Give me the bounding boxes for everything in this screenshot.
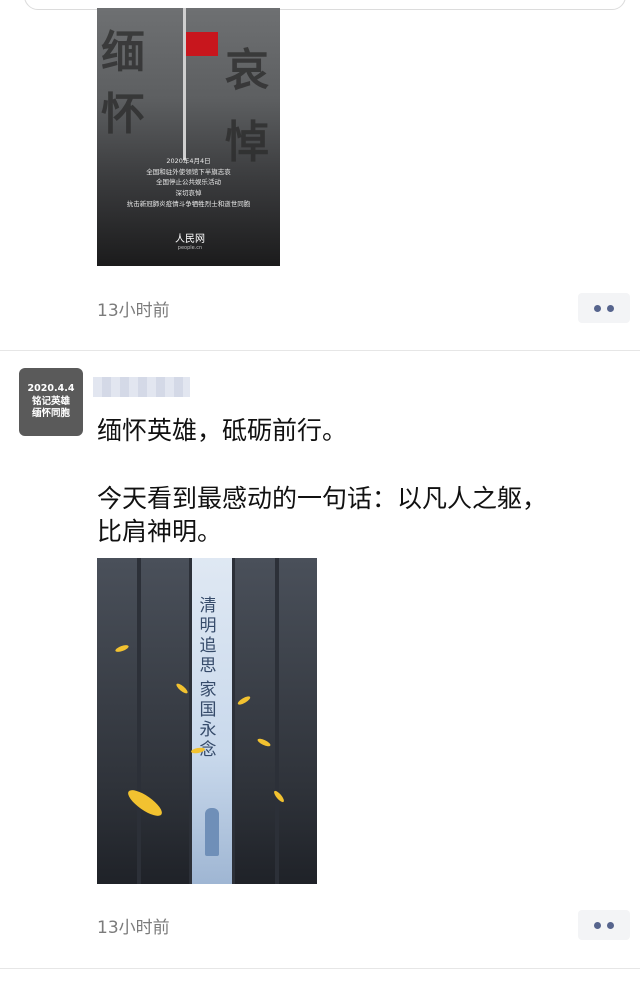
more-dots-icon [594,304,601,312]
poster-caption: 深切哀悼 [175,189,202,197]
poster-column [235,558,275,884]
poster-caption: 2020年4月4日 [166,157,211,165]
poster-column [279,558,317,884]
mourning-poster-image[interactable]: 缅 怀 哀 悼 2020年4月4日 全国和驻外使领馆下半旗志哀 全国停止公共娱乐… [97,8,280,266]
post-divider [0,350,640,351]
poster-column [97,558,137,884]
poster-title-1: 清明追思 [199,596,217,676]
post-timestamp: 13小时前 [97,918,170,938]
more-dots-icon [594,921,601,929]
username-blurred[interactable] [93,377,190,397]
avatar-text: 缅怀同胞 [31,408,70,420]
poster-caption: 抗击新冠肺炎疫情斗争牺牲烈士和逝世同胞 [126,200,251,208]
more-dots-icon [607,304,614,312]
more-dots-icon [607,921,614,929]
avatar-text: 2020.4.4 [27,382,75,394]
qingming-poster-image[interactable]: 清明追思 家国永念 [97,558,317,884]
poster-caption: 全国和驻外使领馆下半旗志哀 [146,168,231,176]
more-actions-button[interactable] [578,910,630,940]
poster-column [141,558,189,884]
poster-char: 哀 [225,45,269,96]
post-text-line: 比肩神明。 [97,517,223,546]
flagpole [183,8,186,160]
more-actions-button[interactable] [578,293,630,323]
person-figure [205,808,219,856]
poster-caption: 全国停止公共娱乐活动 [156,178,221,186]
post-timestamp: 13小时前 [97,301,170,321]
moment-post-1: 缅 怀 哀 悼 2020年4月4日 全国和驻外使领馆下半旗志哀 全国停止公共娱乐… [0,0,640,350]
avatar-text: 铭记英雄 [31,395,70,407]
poster-char: 缅 [101,27,145,78]
people-logo: 人民网 [175,234,205,245]
post-text-line: 缅怀英雄，砥砺前行。 [97,416,348,445]
flag-icon [186,32,218,56]
people-logo-url: people.cn [177,245,203,251]
poster-char: 怀 [101,89,145,140]
avatar[interactable]: 2020.4.4 铭记英雄 缅怀同胞 [19,368,83,436]
post-divider [0,968,640,969]
